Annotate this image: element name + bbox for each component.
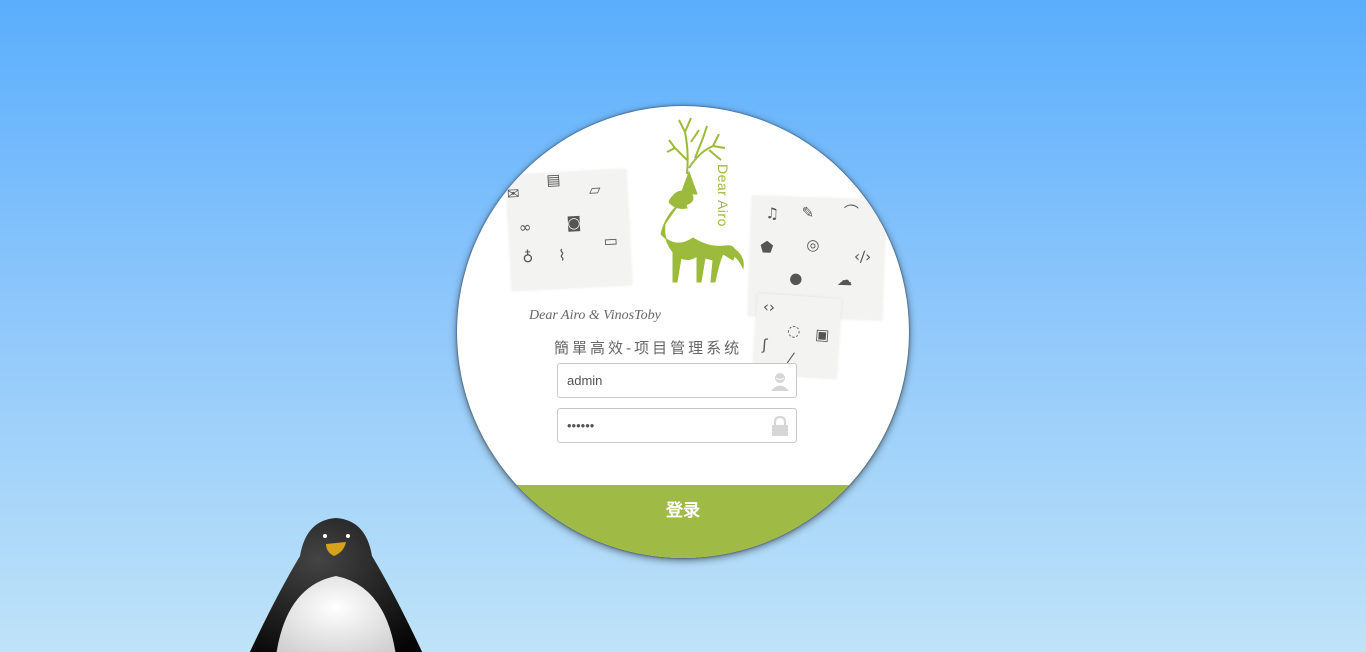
password-input[interactable] <box>558 409 767 442</box>
phone-icon: ▭ <box>603 231 619 251</box>
lock-icon <box>770 415 790 436</box>
chrome-icon: ◎ <box>806 235 820 255</box>
clip-icon: ⌇ <box>557 246 567 265</box>
user-icon <box>770 371 790 391</box>
mushroom-icon: ☁ <box>836 270 853 290</box>
mail-icon: ✉ <box>506 184 521 204</box>
music-icon: ♫ <box>765 204 780 223</box>
username-input[interactable] <box>558 364 767 397</box>
code-icon: ‹/› <box>853 247 872 266</box>
disc-icon: ◌ <box>786 321 802 341</box>
pencil-icon: ✎ <box>801 203 815 222</box>
username-field[interactable] <box>557 363 797 398</box>
tablet-icon: ▱ <box>588 180 601 199</box>
login-button[interactable]: 登录 <box>457 485 909 558</box>
bezier-icon: ⌒ <box>843 202 859 222</box>
credit-text: Dear Airo & VinosToby <box>529 308 661 323</box>
tag-icon: ‹› <box>762 297 776 317</box>
deer-logo <box>629 112 749 292</box>
wire-icon: ʃ <box>761 335 768 354</box>
paper-icon: ▣ <box>814 325 830 345</box>
slogan-text: 簡單高效-项目管理系统 <box>554 339 743 357</box>
apple-icon: ● <box>788 269 803 288</box>
penguin-mascot <box>246 516 426 652</box>
password-field[interactable] <box>557 408 797 443</box>
camera-icon: ◙ <box>566 213 582 233</box>
brand-vertical-text: Dear Airo <box>715 164 731 227</box>
document-icon: ▤ <box>545 170 561 190</box>
login-card: ✉ ▤ ▱ ∞ ◙ ▭ ♁ ⌇ ♫ ✎ ⌒ ⬟ ◎ ‹/› ● ☁ ‹› ◌ ▣… <box>457 106 909 558</box>
doodle-panel-left: ✉ ▤ ▱ ∞ ◙ ▭ ♁ ⌇ <box>506 168 632 292</box>
html5-icon: ⬟ <box>760 238 774 257</box>
glasses-icon: ∞ <box>518 217 532 237</box>
bulb-icon: ♁ <box>521 247 534 267</box>
